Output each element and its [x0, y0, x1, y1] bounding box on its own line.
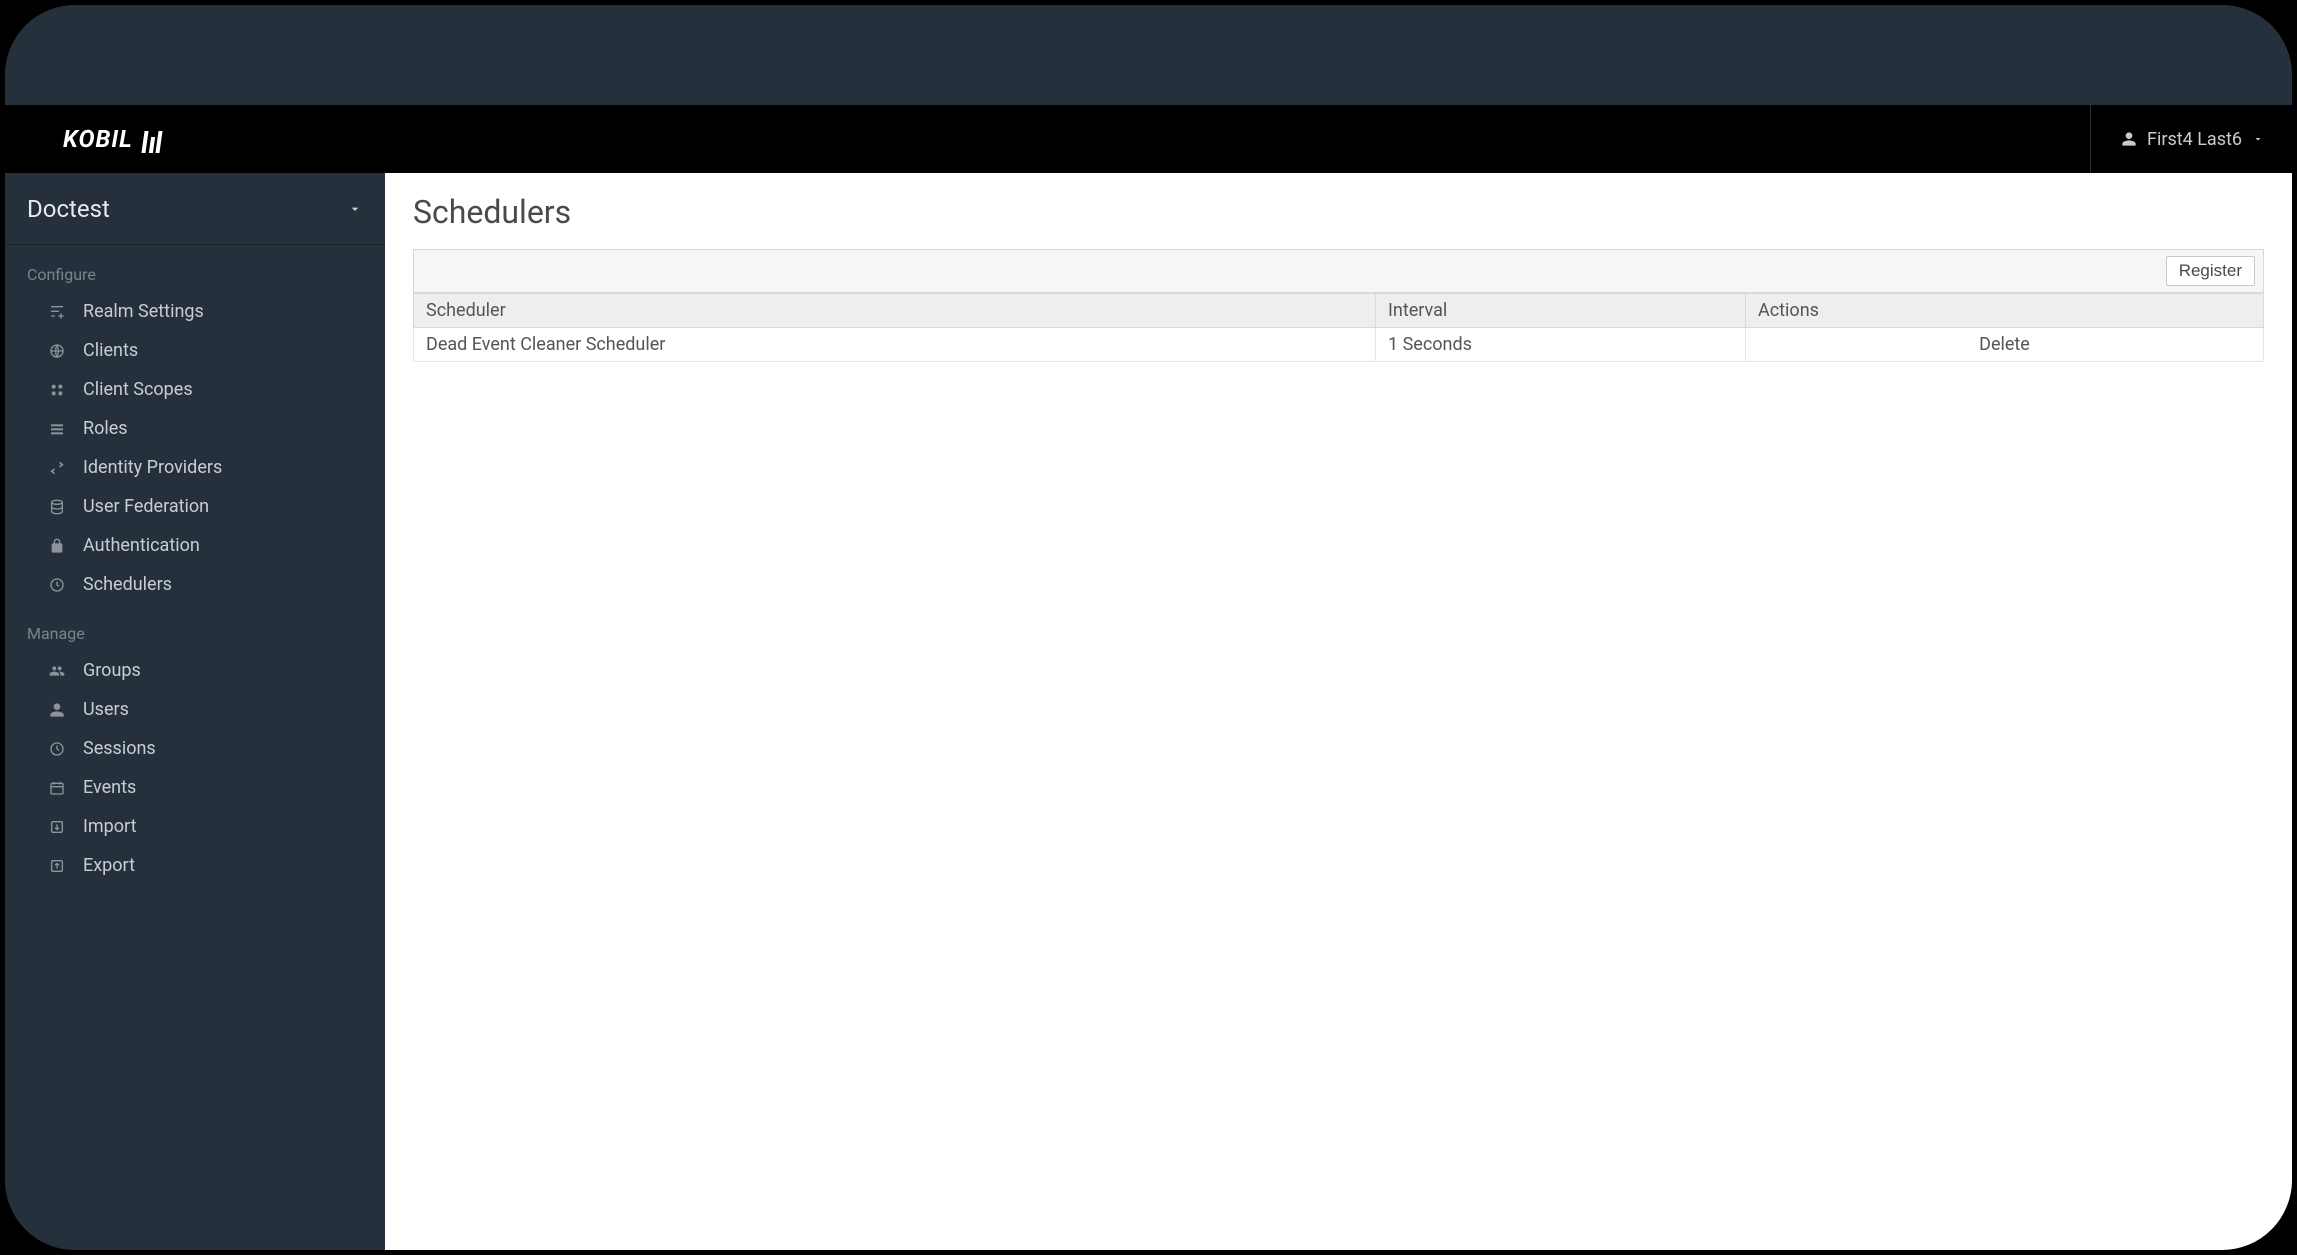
- sidebar-item-clients[interactable]: Clients: [5, 331, 385, 370]
- table-toolbar: Register: [413, 249, 2264, 293]
- sidebar-item-client-scopes[interactable]: Client Scopes: [5, 370, 385, 409]
- column-header-interval: Interval: [1376, 294, 1746, 328]
- sidebar-item-label: Export: [83, 855, 135, 876]
- sidebar-item-label: Events: [83, 777, 136, 798]
- sidebar: Doctest Configure Realm Settings: [5, 173, 385, 1250]
- sidebar-item-groups[interactable]: Groups: [5, 651, 385, 690]
- sidebar-item-label: User Federation: [83, 496, 209, 517]
- sidebar-item-realm-settings[interactable]: Realm Settings: [5, 292, 385, 331]
- table-row: Dead Event Cleaner Scheduler 1 Seconds D…: [414, 328, 2264, 362]
- header-bar: KOBIL First4 Last6: [5, 105, 2292, 173]
- exchange-icon: [47, 460, 67, 476]
- sidebar-item-label: Schedulers: [83, 574, 172, 595]
- brand-name: KOBIL: [63, 125, 133, 153]
- sidebar-item-identity-providers[interactable]: Identity Providers: [5, 448, 385, 487]
- sliders-icon: [47, 304, 67, 320]
- clock-icon: [47, 741, 67, 757]
- sidebar-item-label: Roles: [83, 418, 128, 439]
- page-title: Schedulers: [413, 193, 2264, 231]
- section-label-configure: Configure: [5, 245, 385, 292]
- chevron-down-icon: [2252, 133, 2264, 145]
- sidebar-item-label: Realm Settings: [83, 301, 204, 322]
- sidebar-item-authentication[interactable]: Authentication: [5, 526, 385, 565]
- brand-logo-icon: [143, 125, 161, 153]
- sidebar-item-label: Authentication: [83, 535, 200, 556]
- section-label-manage: Manage: [5, 604, 385, 651]
- brand-logo[interactable]: KOBIL: [63, 125, 161, 153]
- list-icon: [47, 421, 67, 437]
- sidebar-item-label: Users: [83, 699, 129, 720]
- user-icon: [47, 702, 67, 718]
- realm-selector[interactable]: Doctest: [5, 173, 385, 245]
- sidebar-item-import[interactable]: Import: [5, 807, 385, 846]
- globe-icon: [47, 343, 67, 359]
- lock-icon: [47, 538, 67, 554]
- realm-name: Doctest: [27, 195, 110, 223]
- column-header-scheduler: Scheduler: [414, 294, 1376, 328]
- clock-icon: [47, 577, 67, 593]
- sidebar-item-users[interactable]: Users: [5, 690, 385, 729]
- sidebar-item-label: Clients: [83, 340, 138, 361]
- sidebar-item-events[interactable]: Events: [5, 768, 385, 807]
- user-icon: [2121, 131, 2137, 147]
- main-content: Schedulers Register Scheduler Interval A…: [385, 173, 2292, 1250]
- column-header-actions: Actions: [1746, 294, 2264, 328]
- group-icon: [47, 663, 67, 679]
- table-header-row: Scheduler Interval Actions: [414, 294, 2264, 328]
- sidebar-item-roles[interactable]: Roles: [5, 409, 385, 448]
- sidebar-item-sessions[interactable]: Sessions: [5, 729, 385, 768]
- register-button[interactable]: Register: [2166, 256, 2255, 286]
- schedulers-table: Scheduler Interval Actions Dead Event Cl…: [413, 293, 2264, 362]
- sidebar-item-schedulers[interactable]: Schedulers: [5, 565, 385, 604]
- user-menu[interactable]: First4 Last6: [2090, 105, 2264, 173]
- sidebar-item-label: Client Scopes: [83, 379, 193, 400]
- delete-action[interactable]: Delete: [1746, 328, 2264, 362]
- import-icon: [47, 819, 67, 835]
- sidebar-item-user-federation[interactable]: User Federation: [5, 487, 385, 526]
- export-icon: [47, 858, 67, 874]
- user-name: First4 Last6: [2147, 129, 2242, 150]
- cell-interval: 1 Seconds: [1376, 328, 1746, 362]
- window-top-spacer: [5, 5, 2292, 105]
- scope-icon: [47, 382, 67, 398]
- calendar-icon: [47, 780, 67, 796]
- chevron-down-icon: [347, 201, 363, 217]
- sidebar-item-label: Import: [83, 816, 136, 837]
- sidebar-item-label: Sessions: [83, 738, 156, 759]
- sidebar-item-export[interactable]: Export: [5, 846, 385, 885]
- cell-scheduler-name[interactable]: Dead Event Cleaner Scheduler: [414, 328, 1376, 362]
- sidebar-item-label: Identity Providers: [83, 457, 222, 478]
- sidebar-item-label: Groups: [83, 660, 141, 681]
- database-icon: [47, 499, 67, 515]
